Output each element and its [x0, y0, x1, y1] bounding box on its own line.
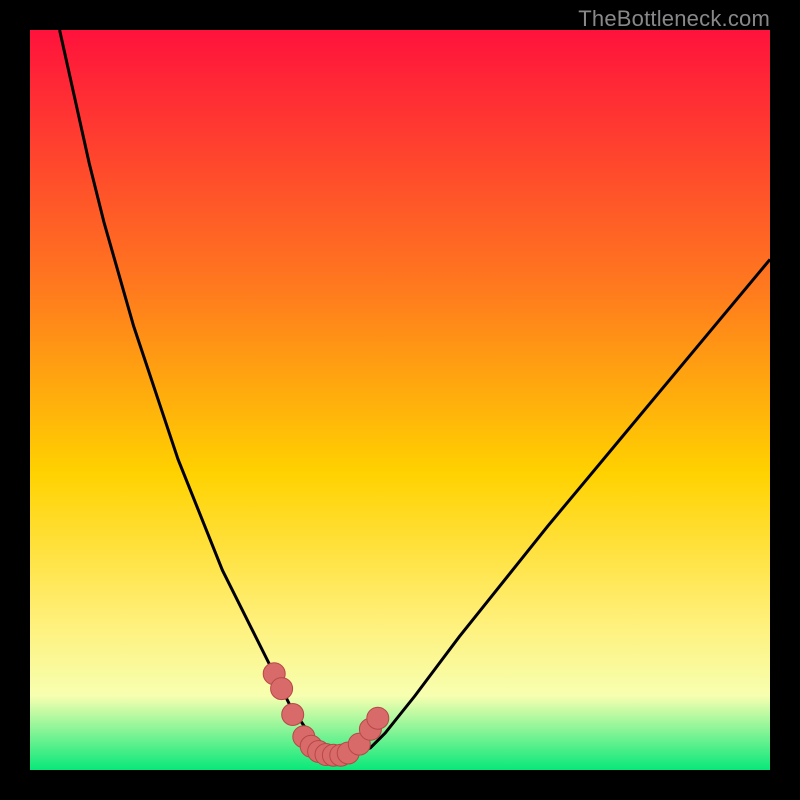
chart-svg	[30, 30, 770, 770]
data-marker	[271, 678, 293, 700]
plot-area	[30, 30, 770, 770]
data-marker	[282, 704, 304, 726]
outer-frame: TheBottleneck.com	[0, 0, 800, 800]
watermark-text: TheBottleneck.com	[578, 6, 770, 32]
gradient-background	[30, 30, 770, 770]
data-marker	[367, 707, 389, 729]
